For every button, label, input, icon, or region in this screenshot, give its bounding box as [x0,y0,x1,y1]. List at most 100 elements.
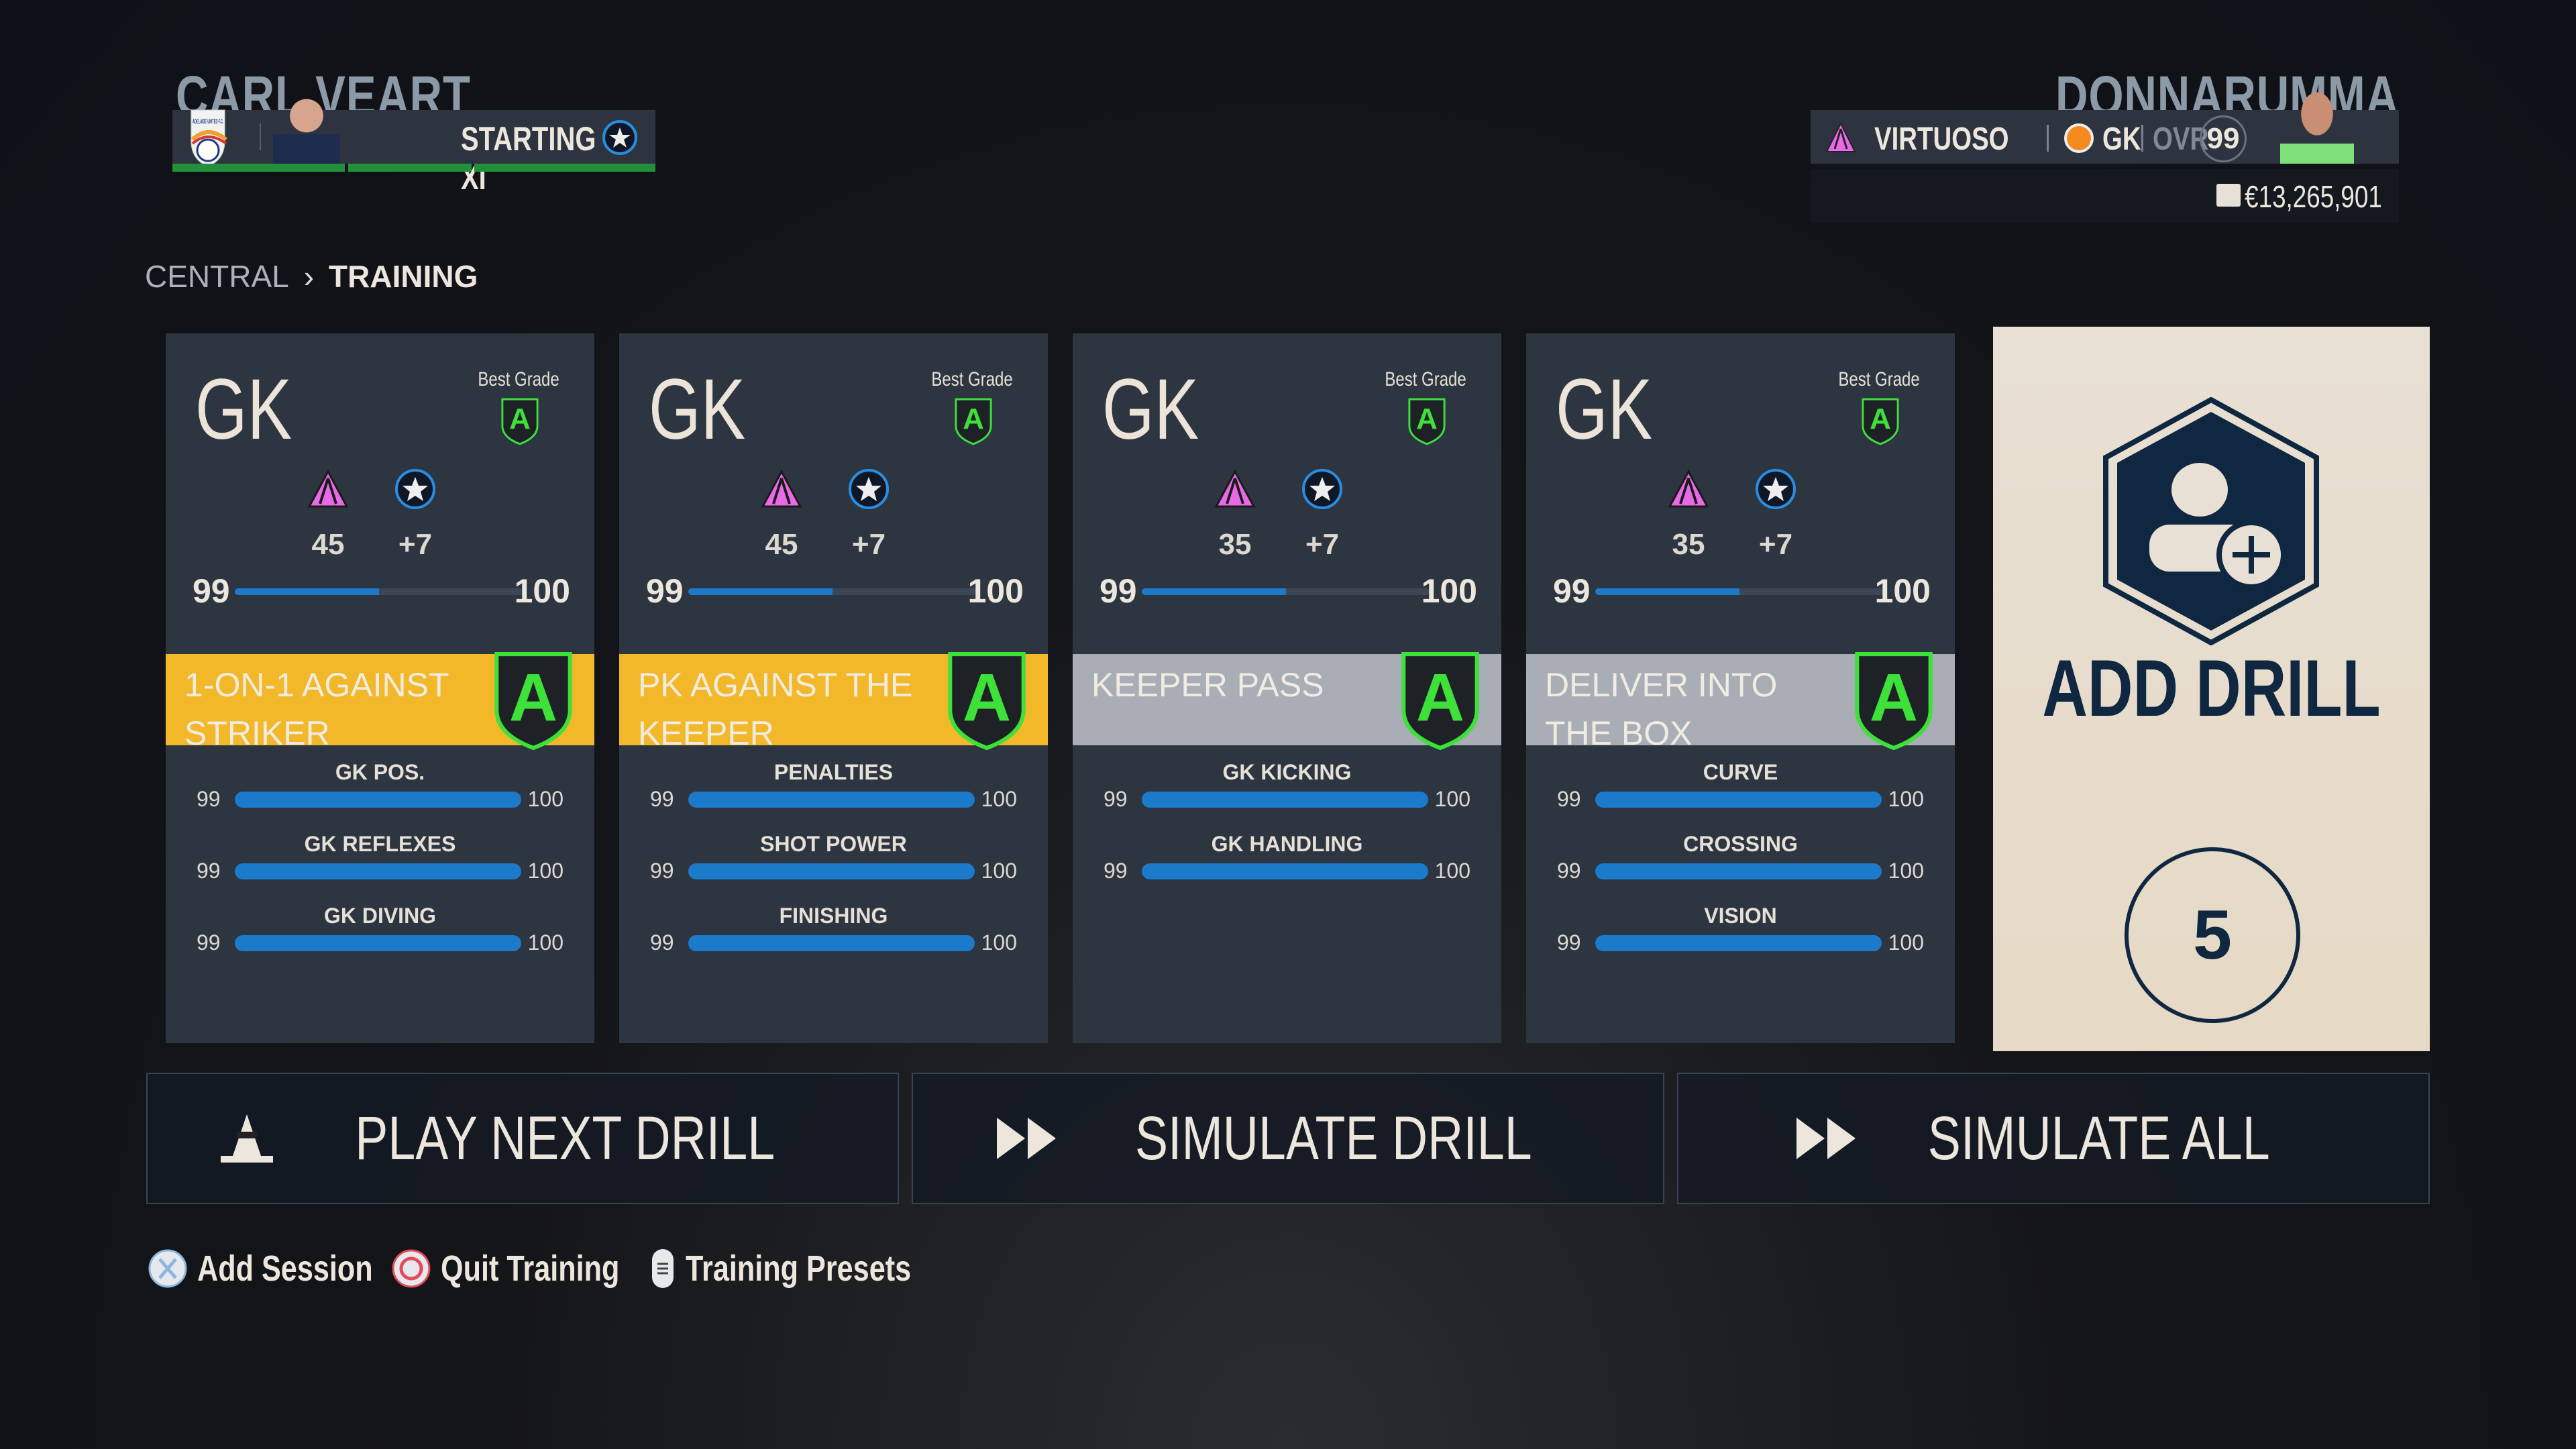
attribute-name: CROSSING [1683,832,1798,856]
star-icon [395,469,435,509]
hint-add-session[interactable]: Add Session [148,1248,417,1289]
star-icon [849,469,889,509]
simulate-drill-label: SIMULATE DRILL [1135,1104,1532,1173]
best-grade-badge: A [500,397,539,445]
ovr-progress-bar [1142,588,1430,595]
player-position: GK [2102,121,2141,157]
drill-position: GK [649,362,746,458]
ovr-to: 100 [1421,572,1477,610]
ovr-from: 99 [1553,572,1591,610]
simulate-drill-button[interactable]: SIMULATE DRILL [912,1073,1664,1204]
attribute-name: GK HANDLING [1211,832,1363,856]
virtuoso-archetype-icon [761,469,802,508]
drill-card[interactable]: GK Best Grade A 35 +7 99 100 DELIVER INT… [1526,333,1955,1043]
drill-position: GK [1102,362,1199,458]
attribute-from: 99 [650,859,674,883]
ovr-to: 100 [1874,572,1931,610]
play-next-drill-button[interactable]: PLAY NEXT DRILL [146,1073,899,1204]
wallet-icon [2216,184,2241,207]
attribute-name: CURVE [1703,760,1778,784]
breadcrumb-training: TRAINING [329,259,478,294]
archetype-xp: 45 [765,528,798,561]
squad-status: STARTING XI [461,120,596,197]
cross-button-icon [148,1249,187,1288]
drill-card[interactable]: GK Best Grade A 45 +7 99 100 PK AGAINST … [619,333,1048,1043]
attribute-bar [1142,792,1428,808]
attribute-from: 99 [1557,930,1581,955]
drill-card[interactable]: GK Best Grade A 45 +7 99 100 1-ON-1 AGAI… [166,333,594,1043]
chevron-right-icon: › [303,259,315,294]
hint-label: Training Presets [686,1248,912,1289]
add-drill-label: ADD DRILL [2042,643,2381,733]
attribute-bar [1142,863,1428,879]
simulate-all-button[interactable]: SIMULATE ALL [1677,1073,2430,1204]
ovr-from: 99 [193,572,230,610]
attribute-bar [688,863,975,879]
best-grade-value: A [509,402,531,435]
attribute-to: 100 [981,859,1017,883]
virtuoso-archetype-icon [1668,469,1709,508]
budget-value: €13,265,901 [2245,179,2382,214]
virtuoso-archetype-icon [307,469,349,508]
virtuoso-archetype-icon [1825,122,1856,152]
hint-quit-training[interactable]: Quit Training [391,1248,664,1289]
drill-card[interactable]: GK Best Grade A 35 +7 99 100 KEEPER PASS… [1073,333,1501,1043]
hint-training-presets[interactable]: Training Presets [649,1248,967,1289]
ovr-value: 99 [2200,115,2247,162]
breadcrumb-central[interactable]: CENTRAL [145,258,289,294]
best-grade-label: Best Grade [931,368,1013,390]
attribute-bar [235,935,521,951]
attribute-from: 99 [197,787,221,811]
attribute-to: 100 [1888,930,1924,955]
attribute-name: GK DIVING [323,904,437,928]
attribute-from: 99 [1557,859,1581,883]
attribute-bar [688,935,975,951]
add-drill-card[interactable]: ADD DRILL 5 [1993,327,2430,1051]
simulate-all-label: SIMULATE ALL [1928,1104,2270,1173]
hint-label: Quit Training [441,1248,620,1289]
breadcrumb: CENTRAL › TRAINING [145,258,478,294]
attribute-bar [235,792,521,808]
ovr-progress-bar [235,588,523,595]
club-name: Adelaide United F.C. [193,118,223,125]
ovr-to: 100 [514,572,570,610]
ovr-from: 99 [646,572,684,610]
drill-grade-value: A [1415,660,1465,735]
attribute-to: 100 [527,787,564,811]
fast-forward-icon [1796,1118,1856,1159]
best-grade-badge: A [1407,397,1446,445]
manager-bar: Adelaide United F.C. STARTING XI [172,90,655,197]
drill-grade-badge: A [1853,650,1935,751]
star-icon [602,120,637,155]
remaining-drills-count: 5 [2125,847,2300,1023]
attribute-name: VISION [1704,904,1777,928]
attribute-from: 99 [650,930,674,955]
star-icon [1302,469,1342,509]
ovr-from: 99 [1099,572,1137,610]
ovr-progress-bar [1595,588,1884,595]
drill-grade-value: A [508,660,558,735]
archetype-xp: 35 [1218,528,1252,561]
training-cone-icon [220,1114,273,1163]
archetype-xp: 45 [311,528,345,561]
attribute-name: SHOT POWER [760,832,907,856]
circle-button-icon [392,1249,431,1288]
drill-grade-badge: A [946,650,1028,751]
best-grade-value: A [1870,402,1891,435]
attribute-to: 100 [1434,859,1470,883]
ovr-to: 100 [967,572,1024,610]
drill-name: PK AGAINST THE KEEPER [638,666,913,752]
drill-position: GK [195,362,292,458]
budget-row: €13,265,901 [1811,169,2399,223]
attribute-from: 99 [1557,787,1581,811]
fast-forward-icon [997,1118,1057,1159]
best-grade-value: A [1416,402,1438,435]
bonus-value: +7 [851,528,886,561]
drill-name: KEEPER PASS [1091,666,1324,704]
attribute-from: 99 [650,787,674,811]
club-crest-icon: Adelaide United F.C. [191,109,227,167]
attribute-name: FINISHING [779,904,888,928]
best-grade-label: Best Grade [1838,368,1920,390]
attribute-from: 99 [1104,859,1128,883]
archetype-label: VIRTUOSO [1874,121,2009,157]
